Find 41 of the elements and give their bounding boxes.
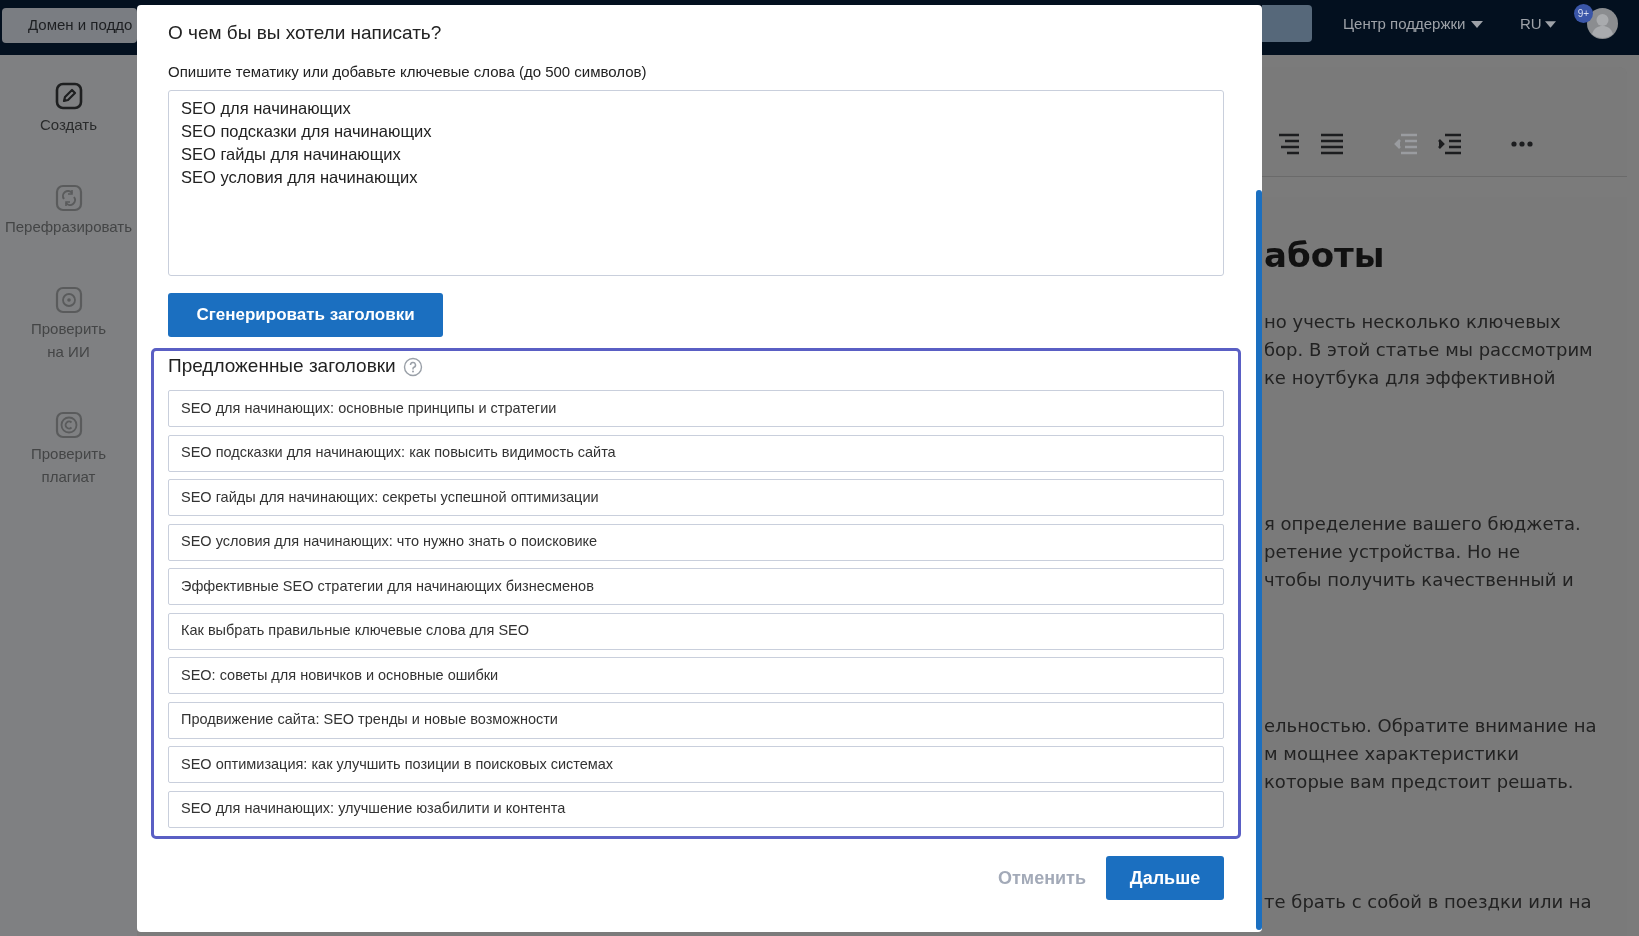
article-text: но учесть несколько ключевых — [1264, 309, 1562, 334]
article-text: м мощнее характеристики — [1264, 741, 1520, 766]
suggestion-item[interactable]: Эффективные SEO стратегии для начинающих бизнесменов — [168, 568, 1224, 605]
cycle-arrows-icon — [54, 184, 83, 212]
article-text: ке ноутбука для эффективной — [1264, 365, 1557, 390]
suggestion-item[interactable]: SEO гайды для начинающих: секреты успешной оптимизации — [168, 479, 1224, 516]
article-text: ельностью. Обратите внимание на — [1264, 713, 1598, 738]
notification-badge: 9+ — [1574, 4, 1593, 23]
suggestion-item[interactable]: SEO для начинающих: улучшение юзабилити и контента — [168, 790, 1224, 828]
article-heading: аботы — [1264, 235, 1386, 276]
article-text: бор. В этой статье мы рассмотрим — [1264, 337, 1594, 362]
suggestion-item[interactable]: SEO подсказки для начинающих: как повысить видимость сайта — [168, 434, 1224, 472]
dialog-title: О чем бы вы хотели написать? — [168, 21, 443, 45]
avatar-icon[interactable] — [1587, 8, 1618, 39]
suggestion-item[interactable]: Как выбрать правильные ключевые слова для SEO — [168, 612, 1224, 650]
copyright-icon — [54, 411, 83, 439]
article-text: которые вам предстоит решать. — [1264, 769, 1575, 794]
caret-icon — [1544, 20, 1556, 29]
language-menu[interactable]: RU — [1520, 13, 1556, 36]
target-icon — [54, 286, 83, 314]
suggestion-item[interactable]: Продвижение сайта: SEO тренды и новые возможности — [168, 701, 1224, 739]
keywords-field[interactable]: SEO для начинающих SEO подсказки для начинающих SEO гайды для начинающих SEO условия для начинающих — [168, 90, 1224, 276]
pencil-icon — [54, 82, 83, 110]
field-label: Опишите тематику или добавьте ключевые слова (до 500 символов) — [168, 63, 648, 81]
section-heading: Предложенные заголовки — [168, 354, 396, 379]
suggestion-item[interactable]: SEO оптимизация: как улучшить позиции в поисковых системах — [168, 746, 1224, 783]
help-icon[interactable] — [402, 356, 423, 377]
caret-icon — [1471, 20, 1484, 29]
scrollbar[interactable] — [1256, 190, 1262, 930]
generate-button[interactable]: Сгенерировать заголовки — [168, 293, 443, 337]
support-menu[interactable]: Центр поддержки — [1343, 13, 1484, 36]
article-text: ретение устройства. Но не — [1264, 539, 1522, 564]
domain-button[interactable]: Домен и поддо — [2, 8, 137, 43]
sidebar-item[interactable]: Создать — [0, 82, 137, 136]
suggestion-item[interactable]: SEO: советы для новичков и основные ошибки — [168, 657, 1224, 694]
suggestion-item[interactable]: SEO для начинающих: основные принципы и стратегии — [168, 390, 1224, 427]
article-text: чтобы получить качественный и — [1264, 567, 1575, 592]
next-button[interactable]: Дальше — [1106, 856, 1224, 900]
article-text: те брать с собой в поездки или на — [1264, 889, 1593, 914]
suggestion-item[interactable]: SEO условия для начинающих: что нужно знать о поисковике — [168, 523, 1224, 561]
article-text: я определение вашего бюджета. — [1264, 511, 1582, 536]
